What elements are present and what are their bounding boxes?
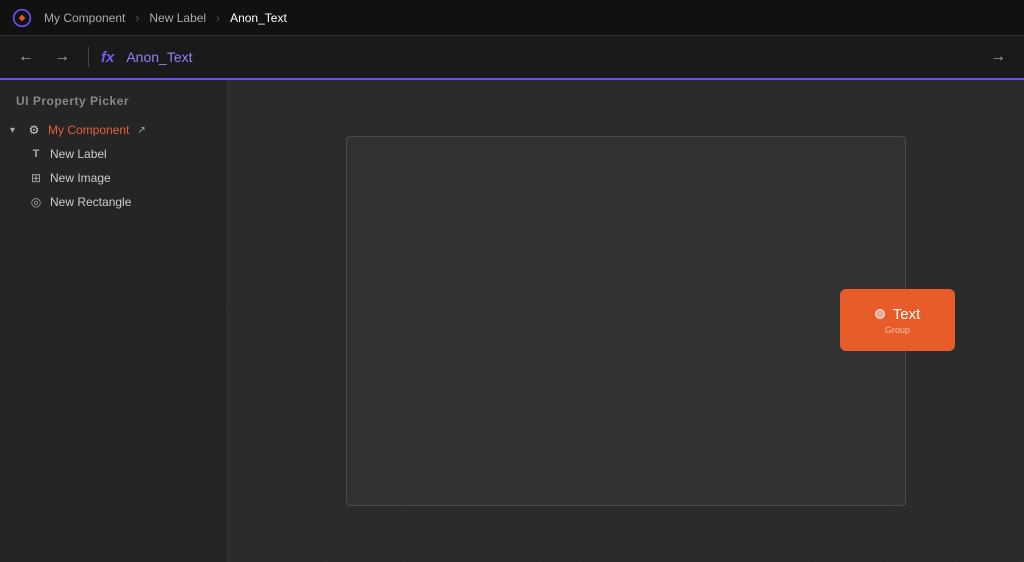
canvas-element-text: Text [893, 306, 921, 323]
tree-item-new-label[interactable]: T New Label [0, 142, 227, 166]
tree-root-label: My Component [48, 123, 129, 137]
fx-icon: fx [101, 49, 114, 66]
breadcrumb-my-component[interactable]: My Component [44, 11, 125, 25]
sidebar-title: UI Property Picker [0, 80, 227, 118]
main-area: UI Property Picker ▾ ⚙ My Component ↗ T … [0, 80, 1024, 562]
back-button[interactable]: ← [12, 43, 40, 71]
breadcrumb-anon-text[interactable]: Anon_Text [230, 11, 287, 25]
forward-button[interactable]: → [48, 43, 76, 71]
canvas-element[interactable]: Text Group [840, 289, 955, 351]
text-icon: T [28, 148, 44, 160]
canvas-element-dot [875, 309, 885, 319]
top-bar: My Component › New Label › Anon_Text [0, 0, 1024, 36]
canvas-area: Text Group [228, 80, 1024, 562]
canvas: Text Group [346, 136, 906, 506]
tree-item-new-rectangle[interactable]: ◎ New Rectangle [0, 190, 227, 214]
tree-item-root[interactable]: ▾ ⚙ My Component ↗ [0, 118, 227, 142]
image-icon: ⊞ [28, 171, 44, 185]
sidebar: UI Property Picker ▾ ⚙ My Component ↗ T … [0, 80, 228, 562]
cursor-indicator: ↗ [137, 125, 145, 136]
app-logo-icon [12, 8, 32, 28]
component-icon: ⚙ [26, 123, 42, 137]
breadcrumb-sep-1: › [135, 11, 139, 25]
canvas-element-subtext: Group [885, 325, 910, 335]
tree-label-new-image: New Image [50, 171, 111, 185]
breadcrumb-new-label[interactable]: New Label [149, 11, 206, 25]
toolbar-back-button[interactable]: → [984, 43, 1012, 71]
rectangle-icon: ◎ [28, 195, 44, 209]
tree-toggle-icon: ▾ [10, 125, 20, 136]
tree-label-new-label: New Label [50, 147, 107, 161]
formula-value[interactable]: Anon_Text [126, 49, 976, 65]
breadcrumb-sep-2: › [216, 11, 220, 25]
toolbar: ← → fx Anon_Text → [0, 36, 1024, 80]
tree-item-new-image[interactable]: ⊞ New Image [0, 166, 227, 190]
tree-label-new-rectangle: New Rectangle [50, 195, 131, 209]
canvas-element-inner: Text [875, 306, 921, 323]
toolbar-divider [88, 47, 89, 67]
